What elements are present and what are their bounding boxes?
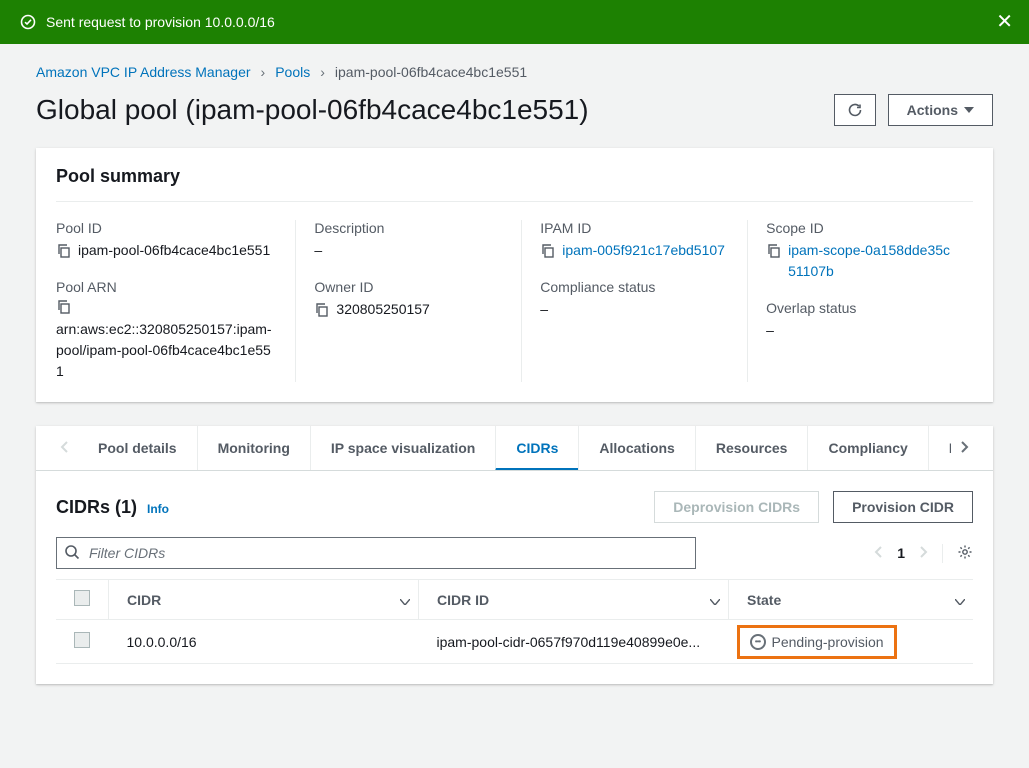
breadcrumb: Amazon VPC IP Address Manager › Pools › … bbox=[36, 64, 993, 80]
copy-icon[interactable] bbox=[56, 243, 72, 259]
compliance-status-label: Compliance status bbox=[540, 279, 729, 295]
pool-id-label: Pool ID bbox=[56, 220, 277, 236]
overlap-status-label: Overlap status bbox=[766, 300, 955, 316]
overlap-status-value: – bbox=[766, 320, 774, 341]
pool-summary-heading: Pool summary bbox=[36, 148, 993, 201]
breadcrumb-pools[interactable]: Pools bbox=[275, 64, 310, 80]
pool-arn-value: arn:aws:ec2::320805250157:ipam-pool/ipam… bbox=[56, 321, 272, 379]
search-icon bbox=[64, 544, 80, 560]
row-cidr-id: ipam-pool-cidr-0657f970d119e40899e0e... bbox=[437, 634, 701, 650]
chevron-left-icon bbox=[874, 545, 883, 559]
breadcrumb-root[interactable]: Amazon VPC IP Address Manager bbox=[36, 64, 251, 80]
owner-id-value: 320805250157 bbox=[336, 299, 429, 320]
table-row[interactable]: 10.0.0.0/16 ipam-pool-cidr-0657f970d119e… bbox=[56, 620, 973, 664]
page-number: 1 bbox=[897, 545, 905, 561]
provision-cidr-button[interactable]: Provision CIDR bbox=[833, 491, 973, 523]
sort-icon[interactable] bbox=[400, 592, 410, 608]
tab-overflow[interactable]: Reso bbox=[928, 426, 951, 470]
col-cidr: CIDR bbox=[127, 592, 161, 608]
sort-icon[interactable] bbox=[710, 592, 720, 608]
scope-id-label: Scope ID bbox=[766, 220, 955, 236]
pool-id-value: ipam-pool-06fb4cace4bc1e551 bbox=[78, 240, 270, 261]
refresh-button[interactable] bbox=[834, 94, 876, 126]
tabs-scroll-right[interactable] bbox=[951, 430, 977, 467]
pool-arn-label: Pool ARN bbox=[56, 279, 277, 295]
actions-label: Actions bbox=[907, 102, 958, 118]
cidrs-heading: CIDRs (1) bbox=[56, 497, 137, 518]
state-highlight: ••• Pending-provision bbox=[737, 625, 897, 659]
tab-cidrs[interactable]: CIDRs bbox=[495, 426, 578, 470]
page-next bbox=[919, 543, 928, 564]
tab-compliancy[interactable]: Compliancy bbox=[807, 426, 927, 470]
pending-icon: ••• bbox=[750, 634, 766, 650]
sort-icon[interactable] bbox=[955, 592, 965, 608]
page-title: Global pool (ipam-pool-06fb4cace4bc1e551… bbox=[36, 94, 589, 126]
chevron-right-icon: › bbox=[320, 64, 325, 80]
ipam-id-link[interactable]: ipam-005f921c17ebd5107 bbox=[562, 240, 725, 261]
deprovision-cidrs-button: Deprovision CIDRs bbox=[654, 491, 819, 523]
row-cidr: 10.0.0.0/16 bbox=[127, 634, 197, 650]
pool-summary-panel: Pool summary Pool ID ipam-pool-06fb4cace… bbox=[36, 148, 993, 402]
breadcrumb-current: ipam-pool-06fb4cace4bc1e551 bbox=[335, 64, 527, 80]
tabs-panel: Pool details Monitoring IP space visuali… bbox=[36, 426, 993, 684]
cidrs-table: CIDR CIDR ID State 10.0.0.0/16 ipam-pool… bbox=[56, 579, 973, 664]
success-icon bbox=[20, 14, 36, 30]
caret-down-icon bbox=[964, 107, 974, 113]
tab-ip-space-visualization[interactable]: IP space visualization bbox=[310, 426, 495, 470]
tab-monitoring[interactable]: Monitoring bbox=[197, 426, 310, 470]
chevron-right-icon: › bbox=[261, 64, 266, 80]
tab-resources[interactable]: Resources bbox=[695, 426, 808, 470]
compliance-status-value: – bbox=[540, 299, 548, 320]
flash-close-icon[interactable]: ✕ bbox=[996, 12, 1013, 32]
filter-cidrs-input[interactable] bbox=[56, 537, 696, 569]
col-state: State bbox=[747, 592, 781, 608]
flash-banner: Sent request to provision 10.0.0.0/16 ✕ bbox=[0, 0, 1029, 44]
tabs-scroll-left bbox=[52, 430, 78, 467]
owner-id-label: Owner ID bbox=[314, 279, 503, 295]
row-state: Pending-provision bbox=[772, 634, 884, 650]
scope-id-link[interactable]: ipam-scope-0a158dde35c51107b bbox=[788, 240, 955, 282]
tab-pool-details[interactable]: Pool details bbox=[78, 426, 197, 470]
chevron-left-icon bbox=[60, 440, 70, 454]
col-cidr-id: CIDR ID bbox=[437, 592, 489, 608]
refresh-icon bbox=[847, 102, 863, 118]
table-settings-button[interactable] bbox=[942, 544, 973, 563]
gear-icon bbox=[957, 544, 973, 560]
row-checkbox bbox=[74, 632, 90, 648]
cidrs-info-link[interactable]: Info bbox=[147, 502, 169, 516]
copy-icon[interactable] bbox=[314, 302, 330, 318]
description-value: – bbox=[314, 240, 322, 261]
copy-icon[interactable] bbox=[766, 243, 782, 259]
select-all-checkbox bbox=[74, 590, 90, 606]
flash-message: Sent request to provision 10.0.0.0/16 bbox=[46, 14, 275, 30]
description-label: Description bbox=[314, 220, 503, 236]
copy-icon[interactable] bbox=[56, 299, 72, 315]
page-prev bbox=[874, 543, 883, 564]
tab-allocations[interactable]: Allocations bbox=[578, 426, 694, 470]
chevron-right-icon bbox=[919, 545, 928, 559]
ipam-id-label: IPAM ID bbox=[540, 220, 729, 236]
copy-icon[interactable] bbox=[540, 243, 556, 259]
actions-dropdown-button[interactable]: Actions bbox=[888, 94, 993, 126]
chevron-right-icon bbox=[959, 440, 969, 454]
